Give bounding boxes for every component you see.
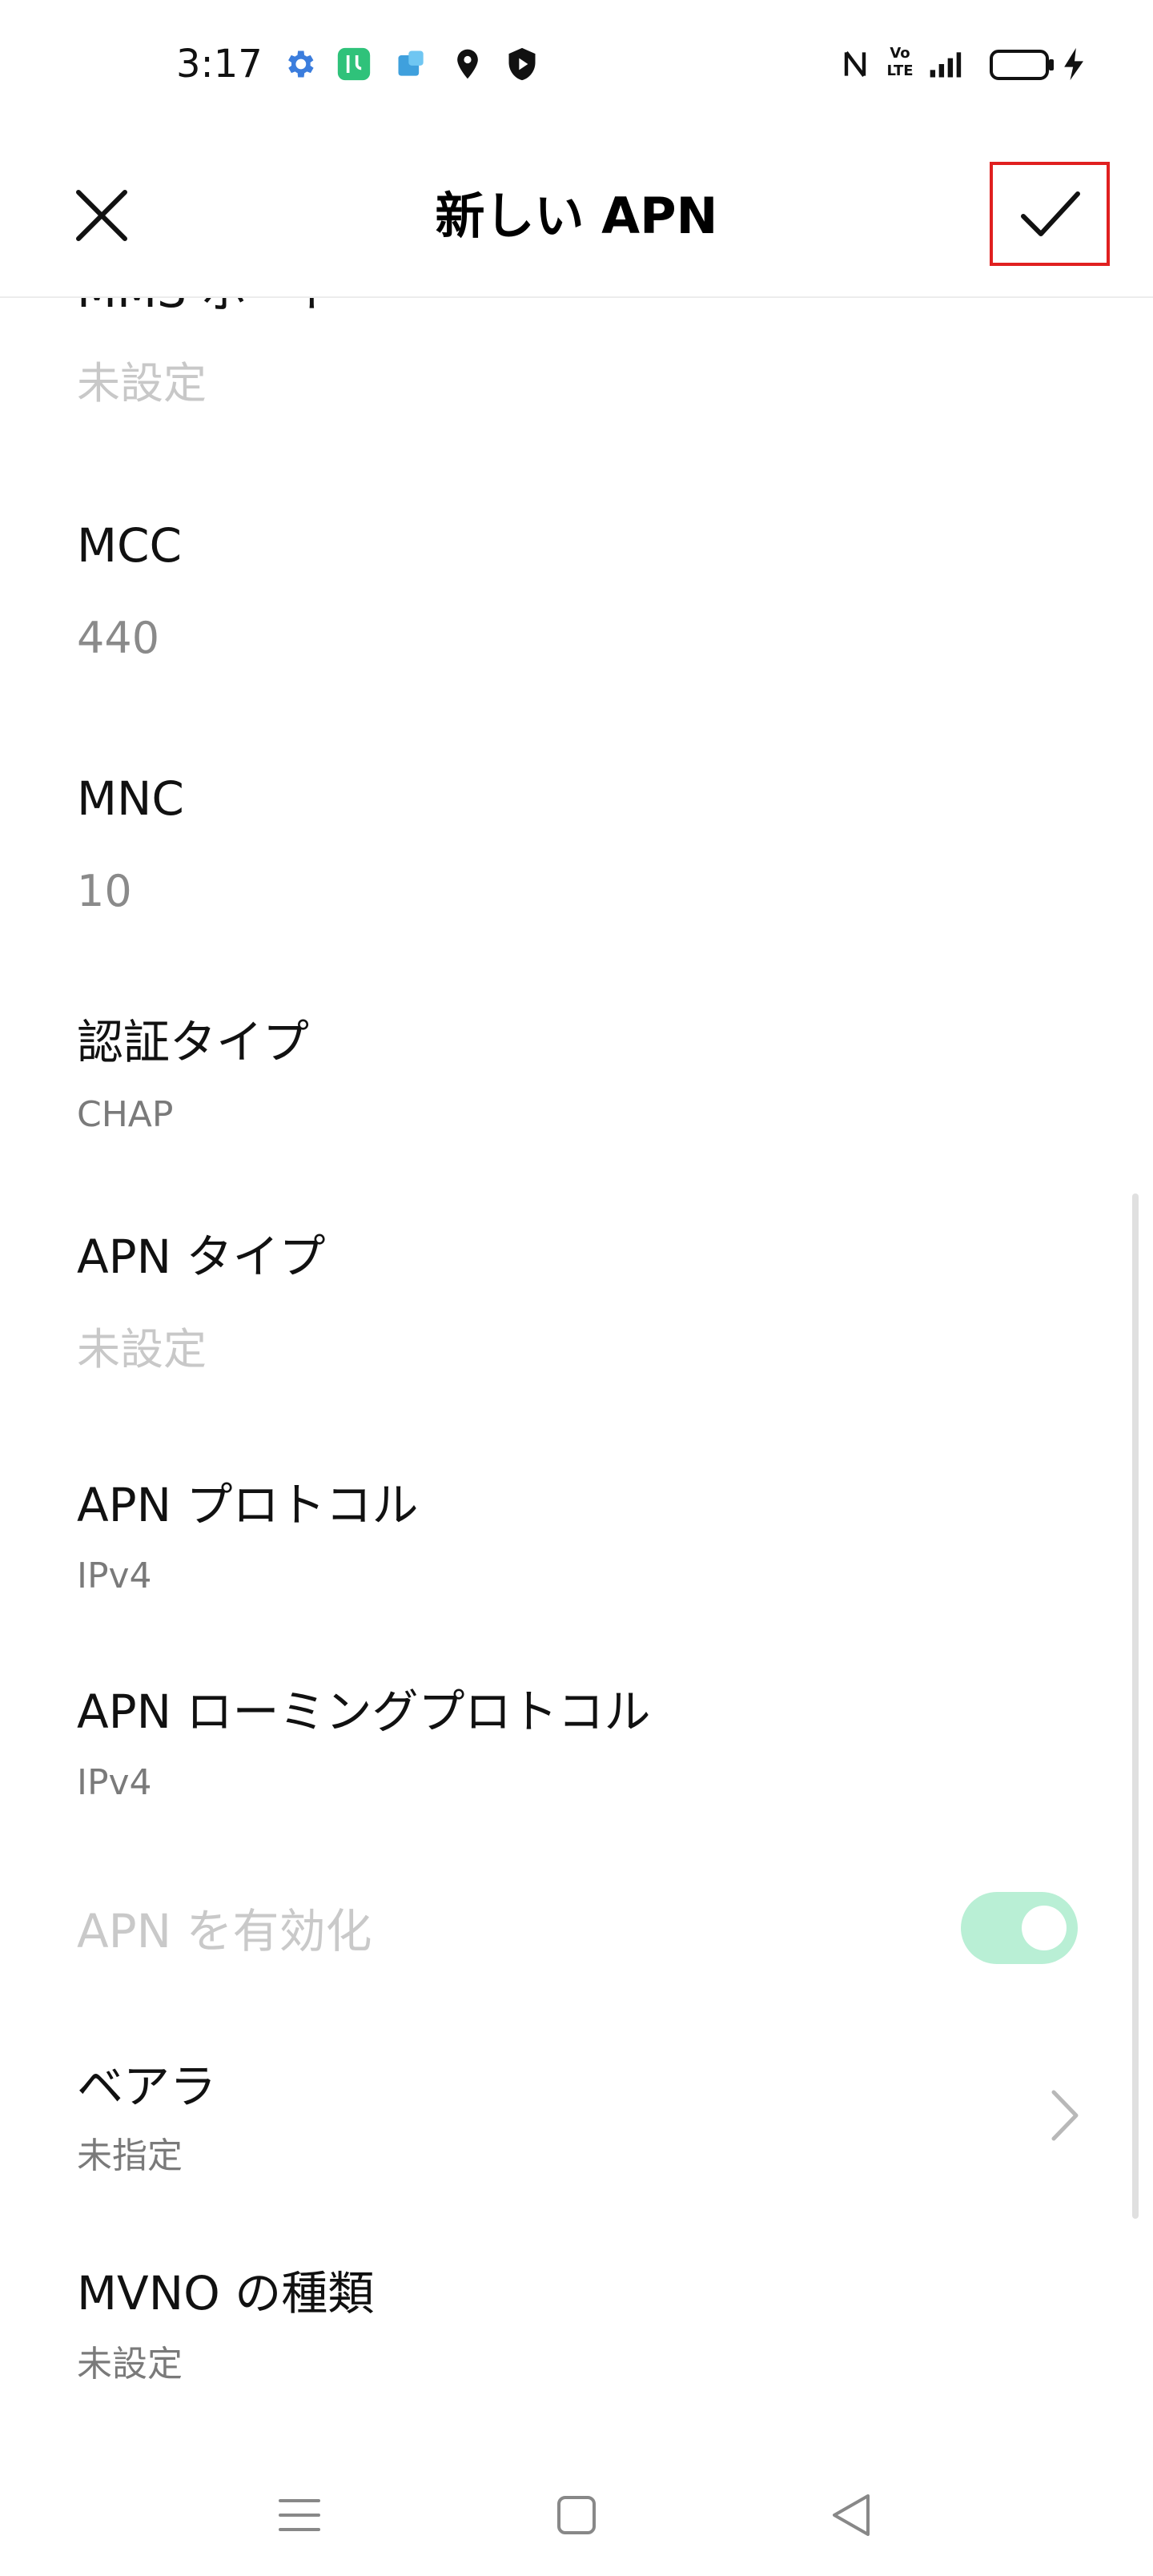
toggle-knob xyxy=(1022,1906,1067,1950)
shield-play-icon xyxy=(508,47,536,81)
scrollbar[interactable] xyxy=(1132,1193,1139,2219)
apn-type-value[interactable]: 未設定 xyxy=(77,1322,207,1378)
mms-port-label-clip: MMS ポート xyxy=(77,298,340,322)
nav-bar xyxy=(0,2451,1153,2576)
mnc-label: MNC xyxy=(77,771,184,826)
battery-icon xyxy=(990,50,1054,80)
mcc-label: MCC xyxy=(77,518,183,573)
status-bar: 3:17 Vo LTE xyxy=(0,0,1153,128)
blue-app-icon xyxy=(398,50,424,76)
mcc-value[interactable]: 440 xyxy=(77,610,159,666)
page-title: 新しい APN xyxy=(435,187,718,245)
back-triangle-icon[interactable] xyxy=(820,2483,884,2547)
mvno-type-value: 未設定 xyxy=(77,2344,183,2385)
chevron-right-icon[interactable] xyxy=(1049,2087,1081,2143)
mnc-value[interactable]: 10 xyxy=(77,863,132,920)
signal-icon xyxy=(930,52,962,78)
confirm-button[interactable] xyxy=(990,162,1110,266)
apn-enable-toggle[interactable] xyxy=(961,1892,1078,1964)
mms-port-label: MMS ポート xyxy=(77,298,340,320)
apn-roaming-protocol-value: IPv4 xyxy=(77,1762,152,1803)
location-icon xyxy=(457,49,478,79)
apn-type-label: APN タイプ xyxy=(77,1230,326,1284)
menu-icon[interactable] xyxy=(267,2483,331,2547)
mms-port-value[interactable]: 未設定 xyxy=(77,356,207,412)
apn-roaming-protocol-label[interactable]: APN ローミングプロトコル xyxy=(77,1682,650,1741)
apn-protocol-value: IPv4 xyxy=(77,1556,152,1596)
apn-protocol-label[interactable]: APN プロトコル xyxy=(77,1475,418,1535)
charging-icon xyxy=(1064,47,1083,81)
apn-enable-label: APN を有効化 xyxy=(77,1904,372,1958)
app-bar: 新しい APN xyxy=(0,128,1153,298)
home-square-icon[interactable] xyxy=(544,2483,609,2547)
status-time: 3:17 xyxy=(176,42,263,87)
auth-type-label[interactable]: 認証タイプ xyxy=(77,1012,309,1072)
bearer-value: 未指定 xyxy=(77,2135,183,2176)
gear-icon xyxy=(288,50,314,78)
bearer-label[interactable]: ベアラ xyxy=(77,2057,216,2116)
auth-type-value: CHAP xyxy=(77,1094,174,1135)
nfc-icon xyxy=(844,51,866,77)
mvno-type-label[interactable]: MVNO の種類 xyxy=(77,2264,374,2323)
green-app-icon xyxy=(337,47,371,81)
volte-icon: Vo LTE xyxy=(886,45,914,79)
check-icon xyxy=(1021,191,1080,236)
